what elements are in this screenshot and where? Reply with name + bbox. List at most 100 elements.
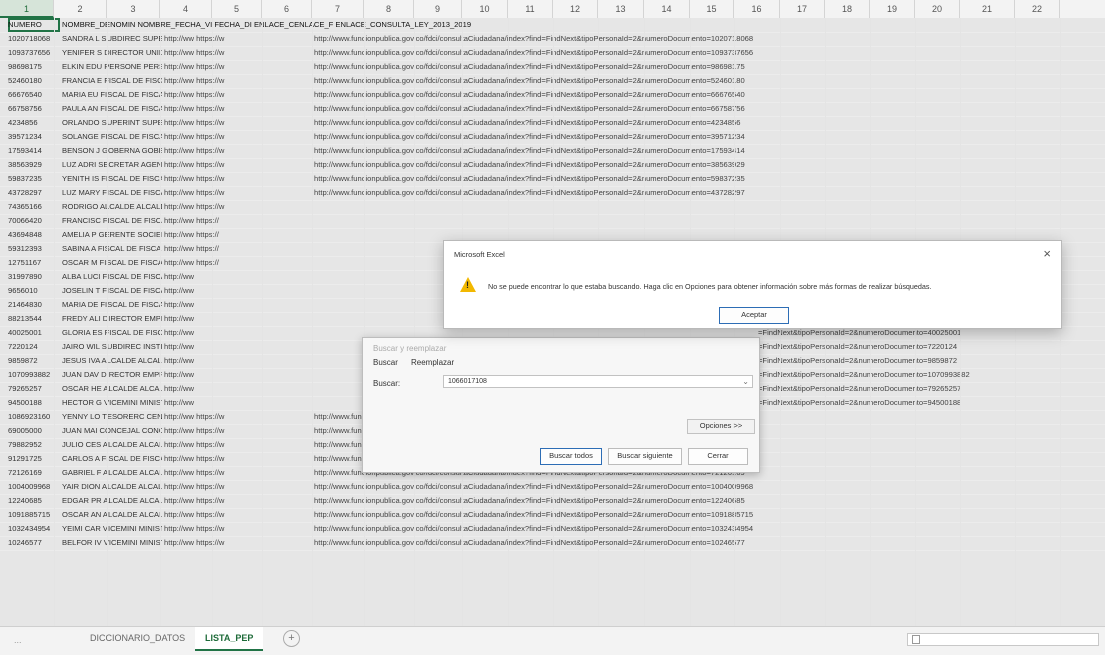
cell-id[interactable]: 88213544 xyxy=(8,312,60,326)
cell-links[interactable]: http://ww xyxy=(164,340,312,354)
cell-links[interactable]: http://ww https://w xyxy=(164,410,312,424)
column-header-17[interactable]: 17 xyxy=(780,0,825,18)
column-header-20[interactable]: 20 xyxy=(915,0,960,18)
cell-id[interactable]: 1004009968 xyxy=(8,480,60,494)
cell-id[interactable]: 17593414 xyxy=(8,144,60,158)
column-header-8[interactable]: 8 xyxy=(364,0,414,18)
cell-links[interactable]: http://ww xyxy=(164,326,312,340)
cell-links[interactable]: http://ww xyxy=(164,396,312,410)
cell-links[interactable]: http://ww https://w xyxy=(164,32,312,46)
cell-name[interactable]: HECTOR G VICEMINI MINISTER 2024-10-18 xyxy=(62,396,162,410)
table-row[interactable]: 98698175ELKIN EDU PERSONE PERSONE 2025-0… xyxy=(0,60,1105,75)
cell-id[interactable]: 1091885715 xyxy=(8,508,60,522)
cell-links[interactable]: http://ww xyxy=(164,368,312,382)
cell-name[interactable]: ELKIN EDU PERSONE PERSONE 2025-05-01 xyxy=(62,60,162,74)
cell-id[interactable]: 98698175 xyxy=(8,60,60,74)
cell-links[interactable]: http://ww https://w xyxy=(164,158,312,172)
table-row[interactable]: 52460180FRANCIA E FISCAL DE FISCALIA 200… xyxy=(0,74,1105,89)
column-header-1[interactable]: 1 xyxy=(0,0,54,18)
cell-links[interactable]: http://ww xyxy=(164,312,312,326)
cell-url[interactable]: =FindNext&tipoPersonaId=2&numeroDocument… xyxy=(758,382,1105,396)
table-row[interactable]: 59837235YENITH IS FISCAL DE FISCALIA 201… xyxy=(0,172,1105,187)
cell-links[interactable]: http://ww https:// xyxy=(164,242,312,256)
cell-id[interactable]: 1032434954 xyxy=(8,522,60,536)
cell-links[interactable]: http://ww https://w xyxy=(164,102,312,116)
cell-links[interactable]: http://ww https://w xyxy=(164,200,312,214)
add-sheet-icon[interactable]: + xyxy=(283,630,300,647)
ok-button[interactable]: Aceptar xyxy=(719,307,789,324)
cell-name[interactable]: GABRIEL F ALCALDE ALCALDIA 2023-12-30 xyxy=(62,466,162,480)
table-row[interactable]: 1032434954YEIMI CAR VICEMINI MINISTER 20… xyxy=(0,522,1105,537)
cell-name[interactable]: BENSON J GOBERNA GOBERNA 2024-01-01 xyxy=(62,144,162,158)
cell-name[interactable]: SANDRA L SUBDIREC SUPERINT 2024-03-2 202… xyxy=(62,32,162,46)
cell-url[interactable]: =FindNext&tipoPersonaId=2&numeroDocument… xyxy=(758,340,1105,354)
table-row[interactable]: 39571234SOLANGE FISCAL DE FISCALIA 2008-… xyxy=(0,130,1105,145)
column-header-4[interactable]: 4 xyxy=(160,0,212,18)
cell-name[interactable]: YENIFER S DIRECTOR UNIDAD A 2024-10-2 20… xyxy=(62,46,162,60)
column-header-2[interactable]: 2 xyxy=(54,0,107,18)
cell-links[interactable]: http://ww https:// xyxy=(164,256,312,270)
cell-links[interactable]: http://ww https://w xyxy=(164,130,312,144)
cell-links[interactable]: http://ww https://w xyxy=(164,438,312,452)
cell-id[interactable]: 66676540 xyxy=(8,88,60,102)
column-header-13[interactable]: 13 xyxy=(598,0,644,18)
cell-id[interactable]: 12240685 xyxy=(8,494,60,508)
options-button[interactable]: Opciones >> xyxy=(687,419,755,434)
cell-links[interactable]: http://ww https://w xyxy=(164,60,312,74)
cell-url[interactable]: http://www.funcionpublica.gov.co/fdci/co… xyxy=(314,172,1104,186)
cell-links[interactable]: http://ww xyxy=(164,284,312,298)
cell-url[interactable]: http://www.funcionpublica.gov.co/fdci/co… xyxy=(314,508,1104,522)
cell-name[interactable]: PAULA AN FISCAL DE FISCALIA 1998-02-14 xyxy=(62,102,162,116)
cell-name[interactable]: SABINA A FISCAL DE FISCALIA 2012-12-03 xyxy=(62,242,162,256)
cell-id[interactable]: 7220124 xyxy=(8,340,60,354)
find-input[interactable]: 1066017108 ⌄ xyxy=(443,375,753,388)
cell-id[interactable]: 59312393 xyxy=(8,242,60,256)
cell-name[interactable]: RODRIGO ALCALDE ALCALDIA 2024-01-01 xyxy=(62,200,162,214)
sheet-tab-lista-pep[interactable]: LISTA_PEP xyxy=(195,627,264,651)
cell-url[interactable]: http://www.funcionpublica.gov.co/fdci/co… xyxy=(314,32,1104,46)
cell-name[interactable]: OSCAR HE ALCALDE ALCALDIA 2024-01-01 xyxy=(62,382,162,396)
cell-id[interactable]: 43694848 xyxy=(8,228,60,242)
table-row[interactable]: 1091885715OSCAR AN ALCALDE ALCALDIA 2023… xyxy=(0,508,1105,523)
cell-name[interactable]: YEIMI CAR VICEMINI MINISTER 2023-04-0 20… xyxy=(62,522,162,536)
cell-name[interactable]: MARIA EU FISCAL DE FISCALIA 2002-01-15 xyxy=(62,88,162,102)
cell-id[interactable]: 69005000 xyxy=(8,424,60,438)
column-header-21[interactable]: 21 xyxy=(960,0,1015,18)
cell-url[interactable]: =FindNext&tipoPersonaId=2&numeroDocument… xyxy=(758,396,1105,410)
cell-url[interactable]: http://www.funcionpublica.gov.co/fdci/co… xyxy=(314,116,1104,130)
cell-name[interactable]: JULIO CES ALCALDE ALCALDIA 2020-01-01 xyxy=(62,438,162,452)
cell-id[interactable]: 43728297 xyxy=(8,186,60,200)
cell-url[interactable]: http://www.funcionpublica.gov.co/fdci/co… xyxy=(314,102,1104,116)
cell-links[interactable]: http://ww https://w xyxy=(164,88,312,102)
cell-name[interactable]: YAIR DION ALCALDE ALCALDIA 2024-01-01 xyxy=(62,480,162,494)
cell-name[interactable]: LUZ MARY FISCAL DE FISCALIA 1994-07-11 xyxy=(62,186,162,200)
column-header-14[interactable]: 14 xyxy=(644,0,690,18)
table-row[interactable]: 12240685EDGAR PR ALCALDE ALCALDIA 2024-0… xyxy=(0,494,1105,509)
find-next-button[interactable]: Buscar siguiente xyxy=(608,448,682,465)
column-header-10[interactable]: 10 xyxy=(462,0,508,18)
sheet-nav-ellipsis[interactable]: ... xyxy=(14,635,22,645)
cell-name[interactable]: OSCAR AN ALCALDE ALCALDIA 2023-12-28 xyxy=(62,508,162,522)
horizontal-scrollbar[interactable] xyxy=(907,633,1099,646)
column-header-5[interactable]: 5 xyxy=(212,0,262,18)
cell-links[interactable]: http://ww https://w xyxy=(164,74,312,88)
cell-name[interactable]: SOLANGE FISCAL DE FISCALIA 2008-02-06 xyxy=(62,130,162,144)
column-header-9[interactable]: 9 xyxy=(414,0,462,18)
cell-url[interactable]: http://www.funcionpublica.gov.co/fdci/co… xyxy=(314,158,1104,172)
cell-links[interactable]: http://ww https:// xyxy=(164,214,312,228)
column-header-12[interactable]: 12 xyxy=(553,0,598,18)
cell-name[interactable]: CARLOS A FISCAL DE FISCALIA 2009-07-13 xyxy=(62,452,162,466)
cell-url[interactable]: http://www.funcionpublica.gov.co/fdci/co… xyxy=(314,522,1104,536)
cell-id[interactable]: 1020718068 xyxy=(8,32,60,46)
cell-links[interactable]: http://ww https://w xyxy=(164,172,312,186)
cell-name[interactable]: YENNY LO TESORERC CENTRO D 2024-06-01 xyxy=(62,410,162,424)
cell-links[interactable]: http://ww https://w xyxy=(164,116,312,130)
column-header-6[interactable]: 6 xyxy=(262,0,312,18)
cell-url[interactable]: http://www.funcionpublica.gov.co/fdci/co… xyxy=(314,88,1104,102)
header-cell-fields[interactable]: NOMBRE_DENOMIN NOMBRE_FECHA_VI FECHA_DI … xyxy=(62,18,662,32)
column-header-3[interactable]: 3 xyxy=(107,0,160,18)
column-header-15[interactable]: 15 xyxy=(690,0,734,18)
cell-id[interactable]: 21464830 xyxy=(8,298,60,312)
cell-links[interactable]: http://ww xyxy=(164,354,312,368)
cell-links[interactable]: http://ww https://w xyxy=(164,186,312,200)
